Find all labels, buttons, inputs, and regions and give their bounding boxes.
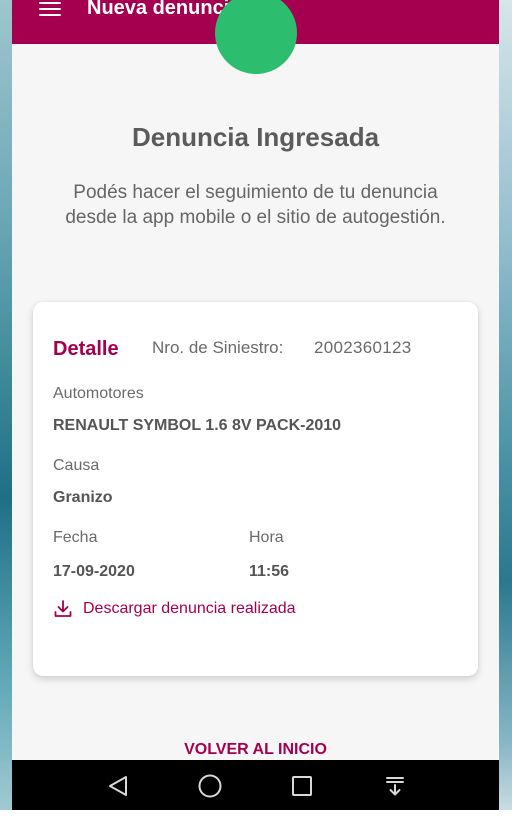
back-triangle-icon[interactable]	[105, 773, 131, 799]
download-icon	[53, 599, 73, 619]
home-circle-icon[interactable]	[197, 773, 223, 799]
vehicle-value: RENAULT SYMBOL 1.6 8V PACK-2010	[53, 417, 342, 434]
claim-number-label: Nro. de Siniestro:	[152, 338, 284, 357]
back-to-home-button[interactable]: VOLVER AL INICIO	[12, 740, 499, 760]
phone-screen: Nueva denuncia Denuncia Ingresada Podés …	[12, 0, 499, 810]
date-label: Fecha	[53, 529, 98, 546]
success-circle-icon	[215, 0, 297, 74]
bottom-edge	[0, 810, 512, 830]
detail-card: Detalle Nro. de Siniestro: 2002360123 Au…	[33, 302, 478, 676]
date-value: 17-09-2020	[53, 563, 135, 580]
download-report-label: Descargar denuncia realizada	[83, 600, 296, 617]
cause-value: Granizo	[53, 489, 113, 506]
cause-label: Causa	[53, 457, 100, 474]
hamburger-menu-icon[interactable]	[39, 2, 61, 16]
claim-number-value: 2002360123	[314, 338, 412, 357]
notification-drawer-icon[interactable]	[382, 773, 408, 799]
confirmation-heading: Denuncia Ingresada	[131, 122, 380, 152]
time-value: 11:56	[249, 563, 290, 580]
background-right-strip	[499, 0, 512, 830]
background-left-strip	[0, 0, 12, 830]
recents-square-icon[interactable]	[289, 773, 315, 799]
android-navigation-bar	[12, 760, 499, 810]
time-label: Hora	[249, 529, 284, 546]
download-report-link[interactable]: Descargar denuncia realizada	[53, 598, 296, 620]
detail-title: Detalle	[53, 338, 119, 360]
confirmation-message: Podés hacer el seguimiento de tu denunci…	[65, 182, 446, 228]
vehicle-label: Automotores	[53, 385, 144, 402]
